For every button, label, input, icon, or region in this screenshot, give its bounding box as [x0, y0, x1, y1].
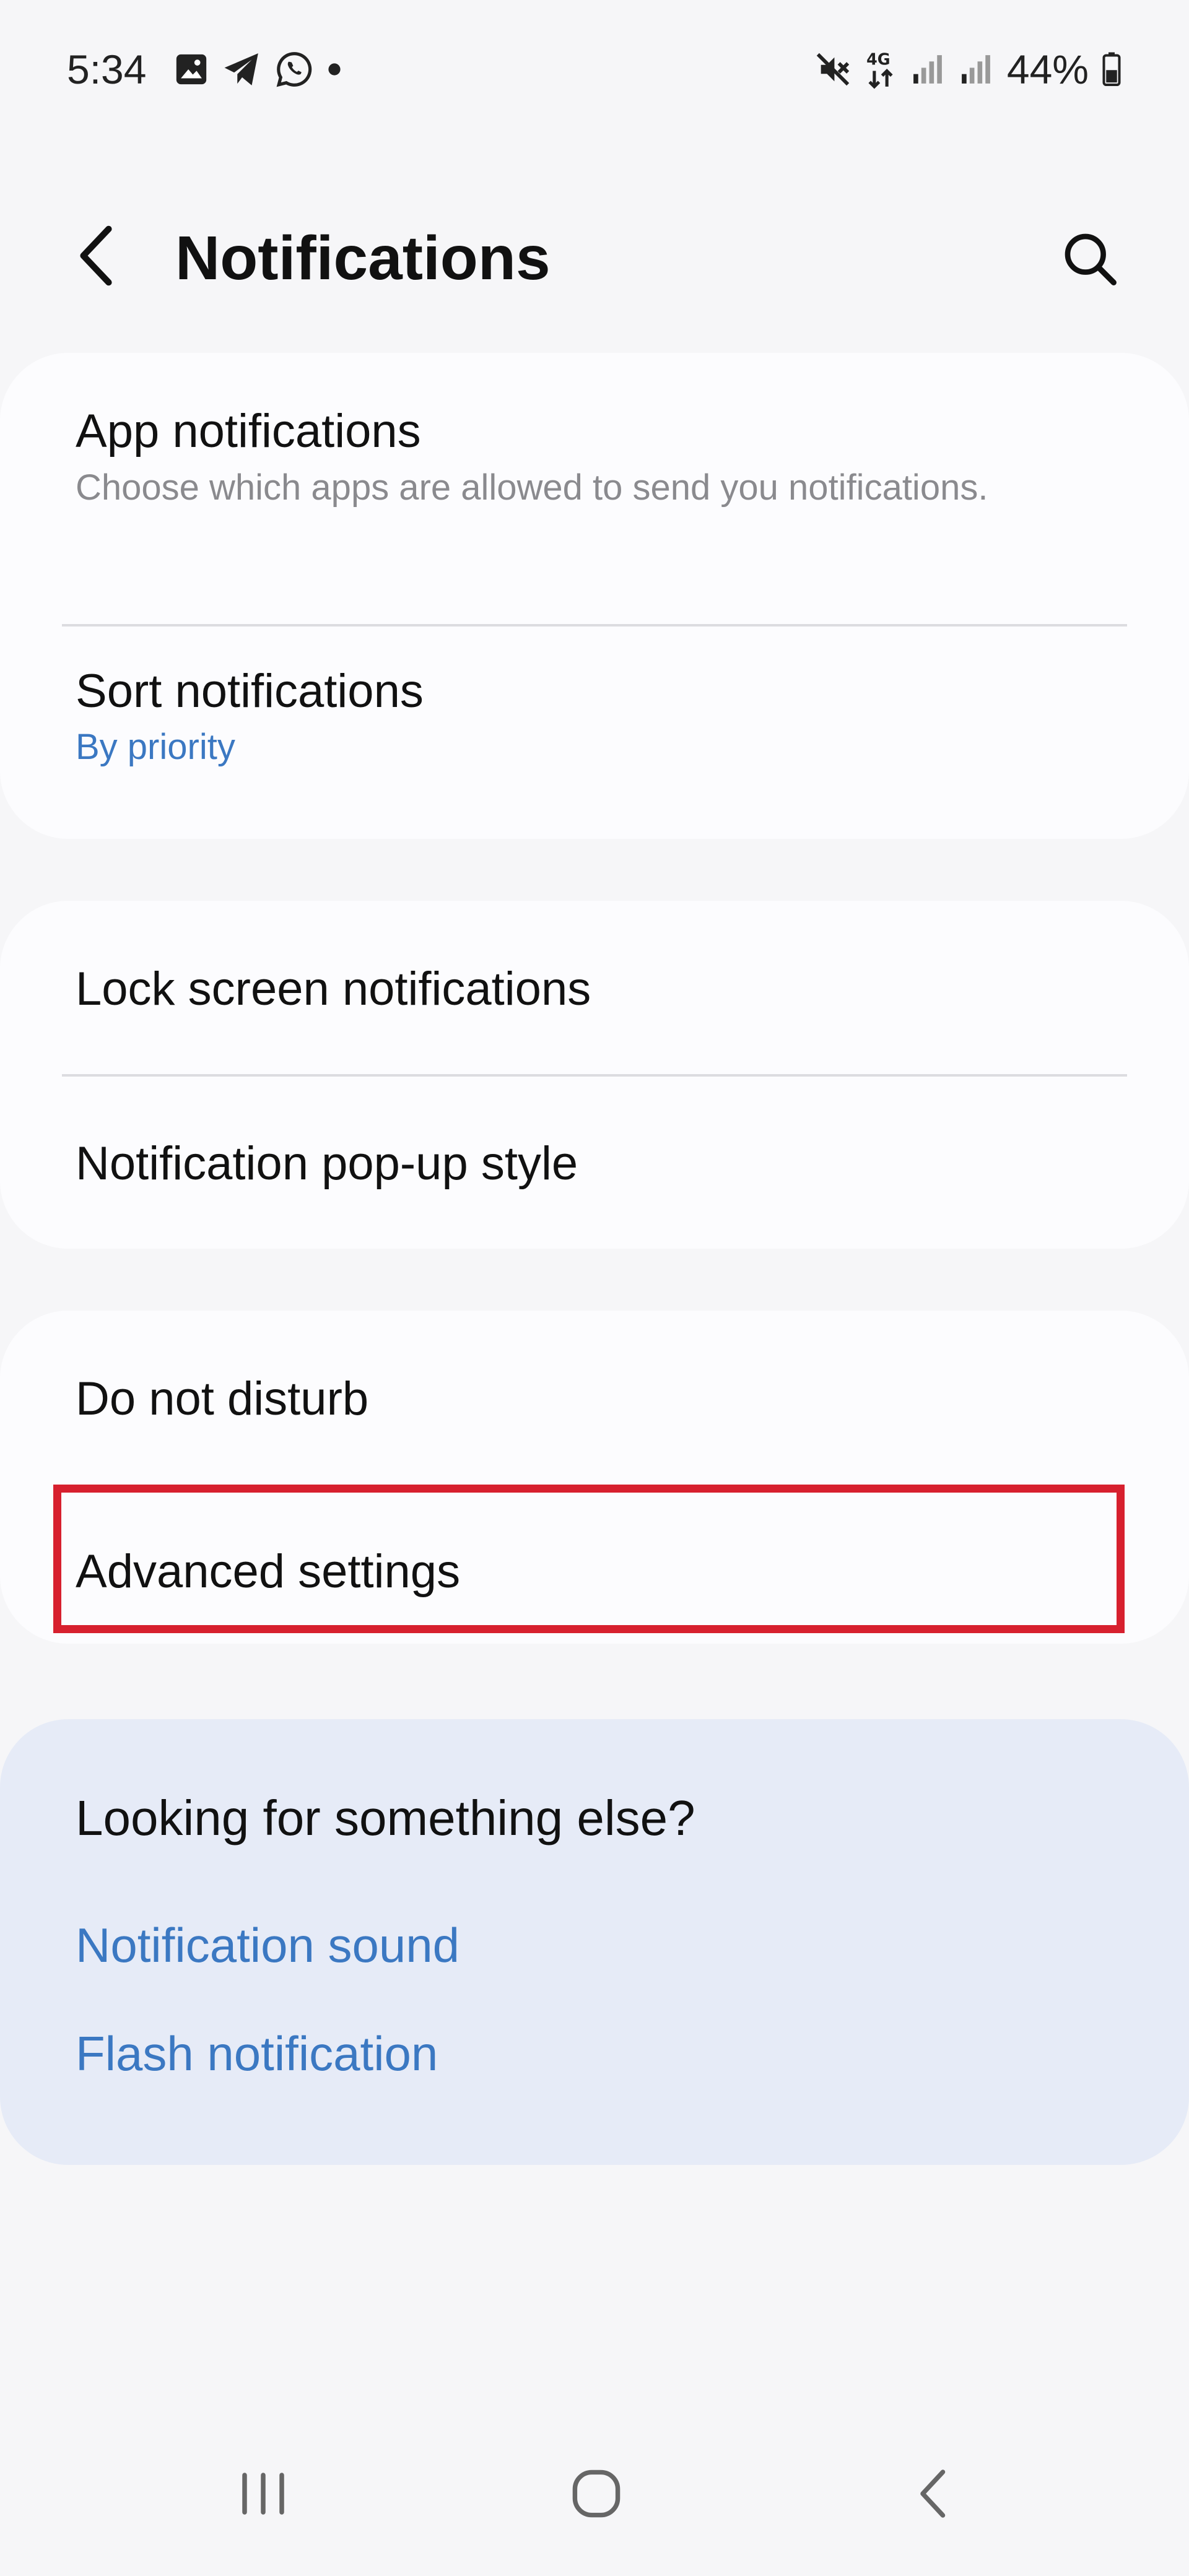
- chevron-left-icon: [74, 225, 118, 290]
- whatsapp-icon: [275, 50, 313, 89]
- home-button[interactable]: [541, 2439, 652, 2551]
- settings-group-3: Do not disturb Advanced settings: [0, 1311, 1189, 1644]
- status-time: 5:34: [67, 46, 147, 92]
- network-4g-icon: 4G: [865, 49, 897, 90]
- suggestions-title: Looking for something else?: [76, 1790, 695, 1845]
- signal-icon: [910, 51, 945, 87]
- sort-notifications-item[interactable]: Sort notifications By priority: [0, 627, 1189, 839]
- settings-group-1: App notifications Choose which apps are …: [0, 353, 1189, 839]
- search-button[interactable]: [1053, 223, 1127, 297]
- back-icon: [913, 2466, 951, 2525]
- back-button[interactable]: [62, 223, 130, 291]
- advanced-settings-item[interactable]: Advanced settings: [0, 1485, 1189, 1644]
- dot-icon: [327, 62, 342, 77]
- navigation-bar: [0, 2414, 1189, 2576]
- notification-sound-link[interactable]: Notification sound: [76, 1914, 459, 1976]
- signal-icon: [959, 51, 993, 87]
- gallery-icon: [173, 51, 209, 87]
- app-notifications-item[interactable]: App notifications Choose which apps are …: [0, 353, 1189, 625]
- status-right-icons: 4G 44%: [815, 45, 1121, 94]
- app-notifications-title: App notifications: [76, 405, 421, 458]
- battery-icon: [1102, 52, 1121, 87]
- mute-icon: [815, 51, 851, 87]
- suggestions-card: Looking for something else? Notification…: [0, 1719, 1189, 2165]
- sort-notifications-title: Sort notifications: [76, 665, 424, 718]
- notification-popup-style-item[interactable]: Notification pop-up style: [0, 1077, 1189, 1249]
- advanced-settings-title: Advanced settings: [76, 1545, 461, 1598]
- home-icon: [570, 2468, 622, 2523]
- network-label: 4G: [866, 50, 890, 68]
- nav-back-button[interactable]: [876, 2439, 988, 2551]
- app-header: Notifications: [0, 198, 1189, 316]
- recent-apps-icon: [235, 2469, 291, 2522]
- do-not-disturb-title: Do not disturb: [76, 1373, 369, 1425]
- app-notifications-subtitle: Choose which apps are allowed to send yo…: [76, 467, 988, 508]
- status-bar: 5:34 4G 44%: [0, 0, 1189, 142]
- lock-screen-notifications-title: Lock screen notifications: [76, 963, 591, 1015]
- do-not-disturb-item[interactable]: Do not disturb: [0, 1311, 1189, 1485]
- page-title: Notifications: [175, 223, 551, 293]
- recent-apps-button[interactable]: [207, 2439, 319, 2551]
- telegram-icon: [223, 51, 261, 87]
- sort-notifications-value: By priority: [76, 727, 235, 767]
- notification-popup-style-title: Notification pop-up style: [76, 1137, 578, 1190]
- status-left-icons: [173, 50, 342, 89]
- settings-group-2: Lock screen notifications Notification p…: [0, 901, 1189, 1249]
- battery-percentage: 44%: [1006, 46, 1089, 92]
- search-icon: [1060, 229, 1120, 292]
- lock-screen-notifications-item[interactable]: Lock screen notifications: [0, 901, 1189, 1075]
- flash-notification-link[interactable]: Flash notification: [76, 2023, 438, 2084]
